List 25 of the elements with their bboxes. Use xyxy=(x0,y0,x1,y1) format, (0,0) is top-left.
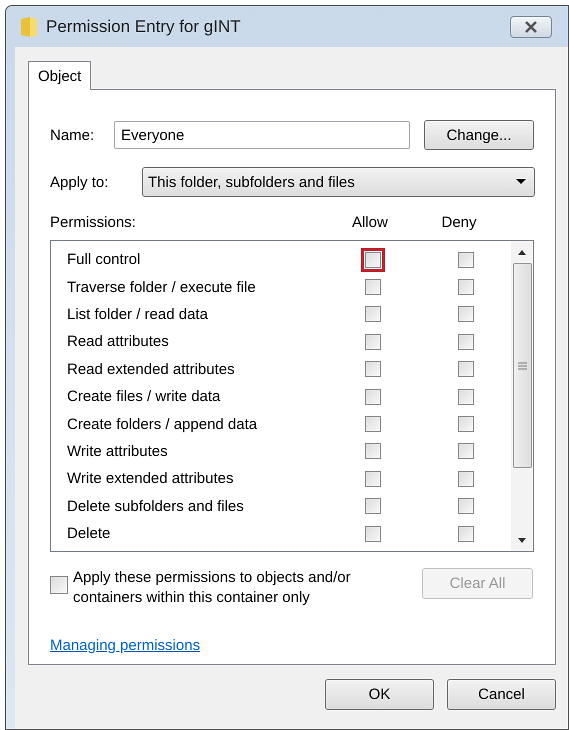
window-title: Permission Entry for gINT xyxy=(46,16,242,36)
permission-name: Delete xyxy=(67,525,112,542)
tab[interactable]: Object xyxy=(28,61,92,90)
dialog-button[interactable]: Cancel xyxy=(447,679,556,710)
permission-name: Delete subfolders and files xyxy=(67,498,245,515)
checkbox-label: Apply these permissions to objects and/or containers within this container only xyxy=(73,568,352,608)
help-link[interactable]: Managing permissions xyxy=(50,637,200,654)
permission-name: Read attributes xyxy=(67,333,170,350)
permission-name: Write attributes xyxy=(67,442,169,460)
apply-to-label: Apply to: xyxy=(50,174,110,190)
change-button[interactable]: Change... xyxy=(424,120,534,150)
permission-name: Write extended attributes xyxy=(67,470,234,488)
permission-name: Read extended attributes xyxy=(67,360,236,378)
permission-name: List folder / read data xyxy=(67,306,209,323)
permission-name: Full control xyxy=(67,251,142,268)
permission-name: Create folders / append data xyxy=(67,416,258,433)
column-header: Allow xyxy=(352,214,389,233)
permissions-label: Permissions: xyxy=(50,214,137,233)
name-label: Name: xyxy=(50,126,96,144)
column-header: Deny xyxy=(441,214,478,233)
permission-name: Traverse folder / execute file xyxy=(67,278,257,296)
apply-to-dropdown[interactable]: This folder, subfolders and files xyxy=(142,167,535,197)
name-field[interactable]: Everyone xyxy=(114,121,410,149)
dialog-button[interactable]: OK xyxy=(325,679,434,710)
permission-name: Create files / write data xyxy=(67,388,222,406)
